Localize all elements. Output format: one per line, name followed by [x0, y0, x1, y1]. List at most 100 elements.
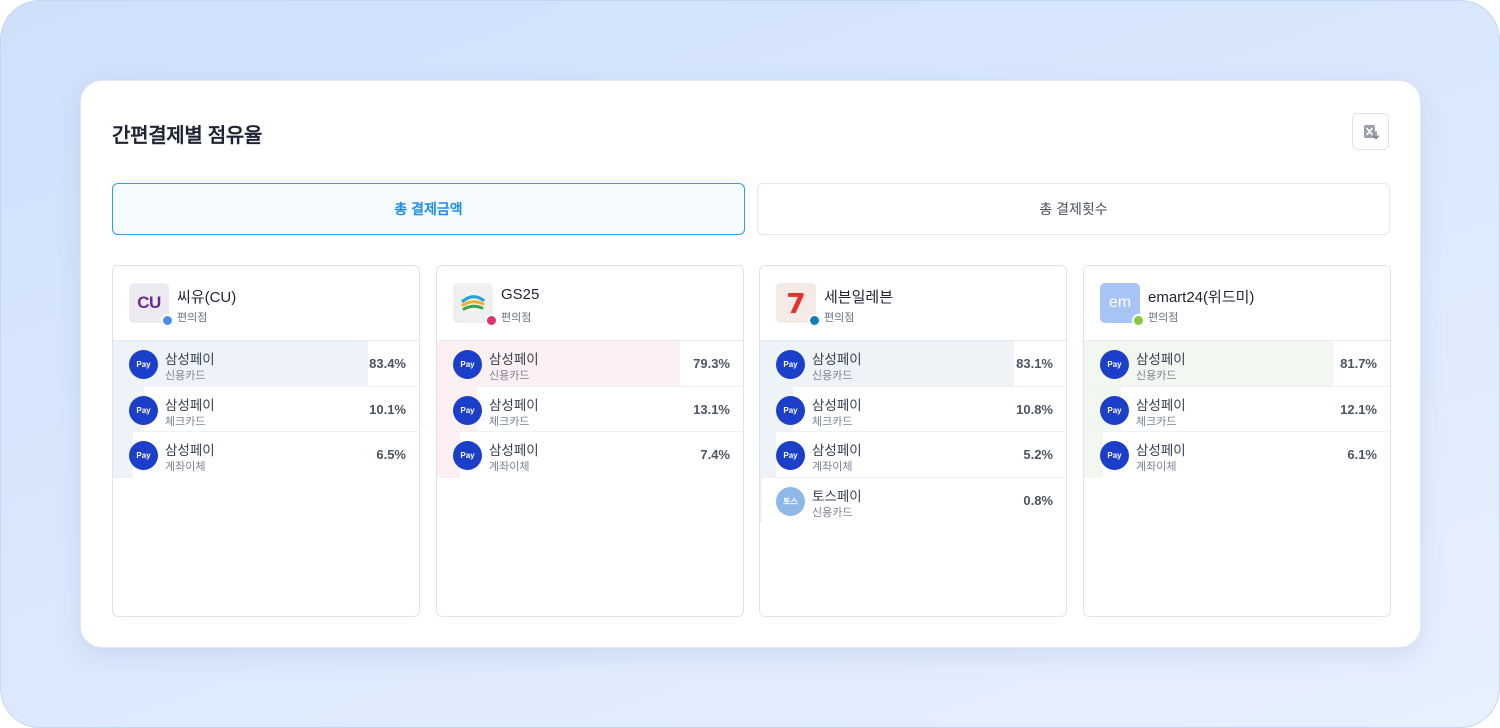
toss-pay-icon: 토스 — [776, 486, 805, 516]
cu-logo-text: CU — [137, 293, 161, 312]
emart24-logo-text: em — [1108, 294, 1132, 311]
gs25-logo-icon — [453, 283, 498, 327]
payment-method: 계좌이체 — [489, 461, 530, 473]
payment-method: 계좌이체 — [812, 461, 853, 473]
share-percent: 7.4% — [700, 447, 730, 462]
cu-logo-icon: CU — [129, 283, 174, 327]
payment-method: 체크카드 — [1136, 415, 1177, 428]
payment-rows: Pay 삼성페이 신용카드 83.1% Pay 삼성페이 체크카드 10.8% Pay 삼성페이 계… — [760, 341, 1066, 523]
samsung-pay-icon: Pay — [776, 350, 805, 379]
payment-row: Pay 삼성페이체크카드 10.8% — [760, 386, 1066, 432]
payment-row: Pay 삼성페이체크카드 12.1% — [1084, 386, 1390, 432]
status-dot — [485, 314, 498, 327]
payment-rows: Pay 삼성페이 신용카드 81.7% Pay 삼성페이 체크카드 12.1% Pay 삼성페이 계… — [1084, 341, 1390, 478]
payment-method: 신용카드 — [489, 370, 530, 382]
samsung-pay-icon: Pay — [129, 395, 158, 425]
excel-download-button[interactable] — [1352, 113, 1389, 150]
payment-name: 삼성페이 — [812, 443, 862, 458]
payment-row: Pay 삼성페이체크카드 13.1% — [437, 386, 743, 432]
share-percent: 81.7% — [1340, 356, 1377, 371]
emart24-logo-icon: em — [1100, 283, 1145, 327]
payment-rows: Pay 삼성페이 신용카드 79.3% Pay 삼성페이 체크카드 13.1% Pay 삼성페이 계… — [437, 341, 743, 478]
store-type: 편의점 — [177, 312, 208, 324]
payment-row: Pay 삼성페이체크카드 10.1% — [113, 386, 419, 432]
share-percent: 5.2% — [1023, 447, 1053, 462]
payment-name: 삼성페이 — [489, 352, 539, 367]
share-percent: 10.8% — [1016, 401, 1053, 417]
payment-name: 삼성페이 — [489, 443, 539, 458]
tab-total-amount[interactable]: 총 결제금액 — [112, 183, 745, 235]
payment-rows: Pay 삼성페이 신용카드 83.4% Pay 삼성페이 체크카드 10.1% Pay 삼성페이 계… — [113, 341, 419, 478]
store-card-gs25: GS25 편의점 Pay 삼성페이 신용카드 79.3% Pay 삼성페이 체크카드 13.1… — [436, 265, 744, 617]
store-name: emart24(위드미) — [1148, 289, 1255, 306]
payment-name: 삼성페이 — [165, 443, 215, 458]
share-percent: 6.5% — [376, 447, 406, 462]
payment-row: Pay 삼성페이계좌이체 5.2% — [760, 432, 1066, 478]
samsung-pay-icon: Pay — [453, 441, 482, 470]
store-header: GS25 편의점 — [437, 266, 743, 341]
payment-method: 신용카드 — [165, 370, 206, 382]
samsung-pay-icon: Pay — [1100, 350, 1129, 379]
store-card-seven-eleven: 7 세븐일레븐 편의점 Pay 삼성페이 신용카드 83.1% Pay 삼성페이 체크카드 1… — [759, 265, 1067, 617]
payment-method: 체크카드 — [489, 415, 530, 428]
payment-row: Pay 삼성페이신용카드 83.1% — [760, 341, 1066, 387]
payment-name: 삼성페이 — [812, 352, 862, 367]
payment-name: 삼성페이 — [1136, 397, 1186, 413]
share-percent: 79.3% — [693, 356, 730, 371]
share-percent: 10.1% — [369, 401, 406, 417]
samsung-pay-icon: Pay — [1100, 441, 1129, 470]
payment-method: 체크카드 — [165, 415, 206, 428]
store-type: 편의점 — [824, 312, 855, 324]
payment-method: 계좌이체 — [165, 461, 206, 473]
store-name: 세븐일레븐 — [824, 289, 894, 306]
store-card-cu: CU 씨유(CU) 편의점 Pay 삼성페이 신용카드 83.4% Pay 삼성페이 체크카… — [112, 265, 420, 617]
tab-total-count[interactable]: 총 결제횟수 — [757, 183, 1390, 235]
status-dot — [1132, 314, 1145, 327]
payment-row: Pay 삼성페이계좌이체 6.1% — [1084, 432, 1390, 478]
samsung-pay-icon: Pay — [776, 441, 805, 470]
payment-method: 체크카드 — [812, 415, 853, 428]
share-percent: 6.1% — [1347, 447, 1377, 462]
share-bar — [760, 477, 763, 523]
seven-eleven-logo-text: 7 — [786, 286, 806, 320]
panel-title: 간편결제별 점유율 — [112, 125, 263, 147]
seven-eleven-logo-icon: 7 — [776, 283, 821, 327]
store-type: 편의점 — [501, 312, 532, 324]
excel-download-icon — [1363, 124, 1379, 139]
store-name: 씨유(CU) — [177, 289, 237, 306]
payment-method: 신용카드 — [812, 370, 853, 382]
samsung-pay-icon: Pay — [129, 441, 158, 470]
payment-name: 삼성페이 — [489, 397, 539, 413]
share-percent: 13.1% — [693, 401, 730, 417]
share-bar — [760, 432, 776, 477]
share-percent: 12.1% — [1340, 401, 1377, 417]
payment-method: 계좌이체 — [1136, 461, 1177, 473]
payment-row: Pay 삼성페이신용카드 83.4% — [113, 341, 419, 387]
share-percent: 0.8% — [1023, 492, 1053, 508]
samsung-pay-icon: Pay — [453, 395, 482, 425]
store-header: CU 씨유(CU) 편의점 — [113, 266, 419, 341]
store-header: em emart24(위드미) 편의점 — [1084, 266, 1390, 341]
payment-name: 삼성페이 — [812, 397, 862, 413]
payment-name: 삼성페이 — [1136, 352, 1186, 367]
payment-name: 토스페이 — [812, 488, 862, 504]
payment-method: 신용카드 — [812, 506, 853, 519]
payment-row: Pay 삼성페이신용카드 81.7% — [1084, 341, 1390, 387]
payment-row: Pay 삼성페이 신용카드 79.3% — [437, 341, 743, 387]
status-dot — [808, 314, 821, 327]
samsung-pay-icon: Pay — [1100, 395, 1129, 425]
payment-name: 삼성페이 — [165, 397, 215, 413]
payment-name: 삼성페이 — [165, 352, 215, 367]
store-type: 편의점 — [1148, 312, 1179, 324]
samsung-pay-icon: Pay — [129, 350, 158, 379]
samsung-pay-icon: Pay — [776, 395, 805, 425]
share-percent: 83.4% — [369, 356, 406, 371]
payment-row: 토스 토스페이신용카드 0.8% — [760, 477, 1066, 523]
share-percent: 83.1% — [1016, 356, 1053, 371]
share-panel: 간편결제별 점유율 총 결제금액 총 결제횟수 CU 씨유(CU) 편의점 Pa… — [80, 80, 1421, 648]
payment-method: 신용카드 — [1136, 370, 1177, 382]
store-header: 7 세븐일레븐 편의점 — [760, 266, 1066, 341]
metric-tabs: 총 결제금액 총 결제횟수 — [112, 183, 1390, 235]
payment-name: 삼성페이 — [1136, 443, 1186, 458]
status-dot — [161, 314, 174, 327]
